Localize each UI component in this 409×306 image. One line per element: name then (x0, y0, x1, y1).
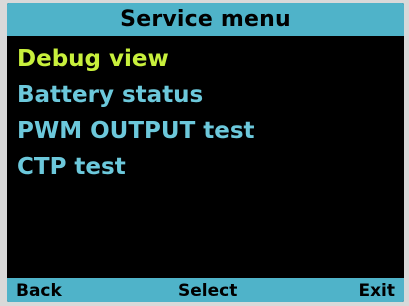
menu-item-ctp-test[interactable]: CTP test (17, 149, 397, 185)
exit-softkey[interactable]: Exit (358, 278, 395, 302)
menu-title: Service menu (120, 7, 291, 32)
service-menu-list: Debug view Battery status PWM OUTPUT tes… (17, 41, 397, 185)
menu-item-battery-status[interactable]: Battery status (17, 77, 397, 113)
back-softkey[interactable]: Back (16, 278, 62, 302)
softkey-bar: Back Select Exit (7, 278, 404, 302)
device-bezel: Service menu Debug view Battery status P… (0, 0, 409, 306)
title-bar: Service menu (7, 3, 404, 36)
select-softkey[interactable]: Select (178, 278, 237, 302)
menu-item-pwm-output-test[interactable]: PWM OUTPUT test (17, 113, 397, 149)
menu-item-debug-view[interactable]: Debug view (17, 41, 397, 77)
device-screen: Service menu Debug view Battery status P… (7, 3, 404, 302)
